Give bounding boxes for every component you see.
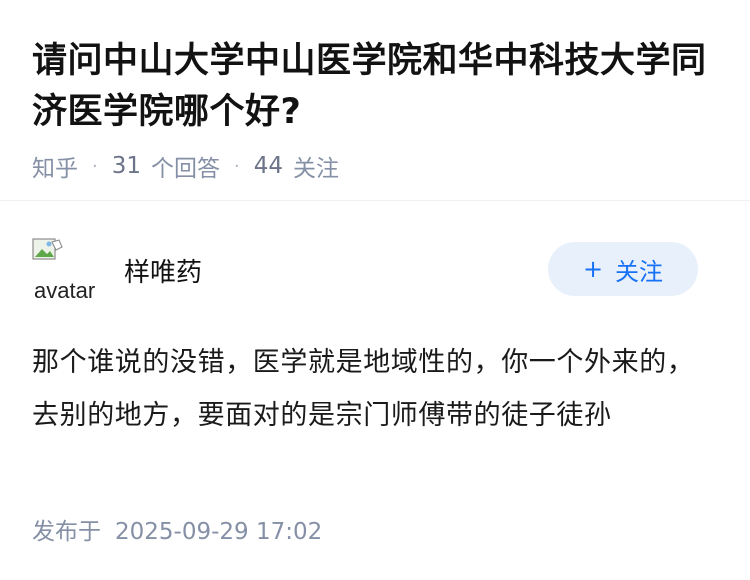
question-header: 请问中山大学中山医学院和华中科技大学同济医学院哪个好? 知乎 · 31 个回答 …: [0, 0, 750, 182]
publish-time: 发布于 2025-09-29 17:02: [32, 512, 322, 546]
page: 请问中山大学中山医学院和华中科技大学同济医学院哪个好? 知乎 · 31 个回答 …: [0, 0, 750, 580]
separator-dot: ·: [234, 155, 240, 177]
author-row: avatar 样唯药 + 关注: [32, 236, 698, 306]
answer-count-label: 个回答: [151, 156, 221, 182]
question-meta: 知乎 · 31 个回答 · 44 关注: [32, 150, 718, 182]
avatar[interactable]: avatar: [32, 236, 100, 302]
separator-dot: ·: [92, 155, 98, 177]
source-label[interactable]: 知乎: [32, 149, 78, 183]
plus-icon: +: [582, 255, 604, 283]
question-title[interactable]: 请问中山大学中山医学院和华中科技大学同济医学院哪个好?: [32, 36, 718, 138]
publish-timestamp: 2025-09-29 17:02: [115, 519, 323, 545]
follow-button[interactable]: + 关注: [548, 242, 698, 296]
publish-label: 发布于: [32, 519, 101, 545]
answer-content: 那个谁说的没错，医学就是地域性的，你一个外来的，去别的地方，要面对的是宗门师傅带…: [32, 347, 695, 431]
author-name[interactable]: 样唯药: [124, 252, 202, 289]
follower-count: 44: [253, 153, 284, 179]
answer-card: avatar 样唯药 + 关注 那个谁说的没错，医学就是地域性的，你一个外来的，…: [32, 236, 698, 442]
broken-image-icon: [32, 238, 63, 260]
answer-count: 31: [111, 153, 142, 179]
divider: [0, 200, 750, 201]
follow-button-label: 关注: [615, 257, 664, 286]
follower-count-label: 关注: [293, 156, 340, 182]
avatar-alt-text: avatar: [34, 278, 96, 302]
